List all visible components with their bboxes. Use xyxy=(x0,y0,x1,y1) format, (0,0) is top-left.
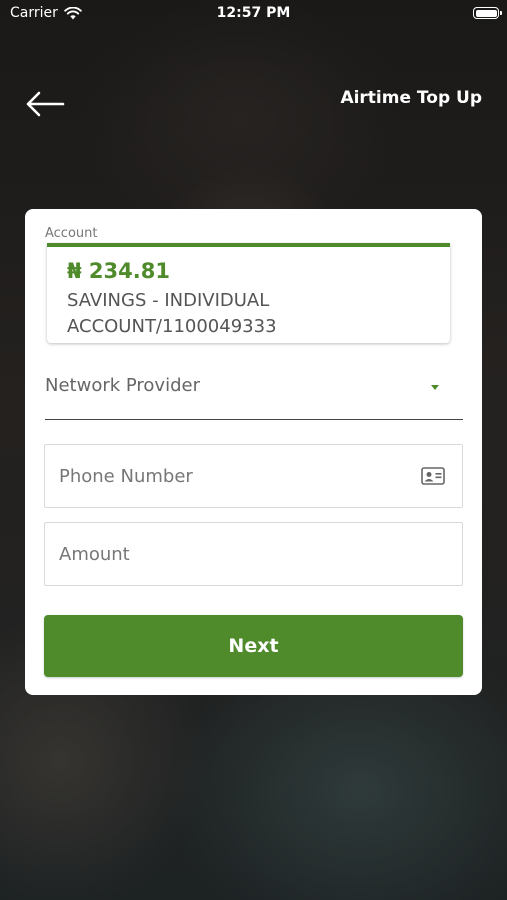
amount-field xyxy=(44,522,463,586)
dropdown-caret-icon xyxy=(431,385,439,390)
account-selector[interactable]: ₦ 234.81 SAVINGS - INDIVIDUAL ACCOUNT/11… xyxy=(47,243,450,343)
next-button[interactable]: Next xyxy=(44,615,463,677)
battery-icon xyxy=(473,7,502,19)
contact-card-icon[interactable] xyxy=(421,467,445,485)
phone-number-field xyxy=(44,444,463,508)
status-time: 12:57 PM xyxy=(216,5,291,21)
topup-form-card: Account ₦ 234.81 SAVINGS - INDIVIDUAL AC… xyxy=(25,209,482,695)
account-name: SAVINGS - INDIVIDUAL ACCOUNT/1100049333 xyxy=(67,290,277,337)
page-title: Airtime Top Up xyxy=(340,88,482,108)
network-provider-label: Network Provider xyxy=(45,375,200,396)
account-balance: ₦ 234.81 xyxy=(67,259,170,283)
network-provider-dropdown[interactable]: Network Provider xyxy=(45,359,463,420)
amount-input[interactable] xyxy=(59,523,399,585)
account-label: Account xyxy=(45,226,98,241)
phone-number-input[interactable] xyxy=(59,445,399,507)
back-button[interactable] xyxy=(24,88,66,120)
back-arrow-icon xyxy=(26,91,65,117)
status-bar: Carrier 12:57 PM xyxy=(0,0,507,30)
